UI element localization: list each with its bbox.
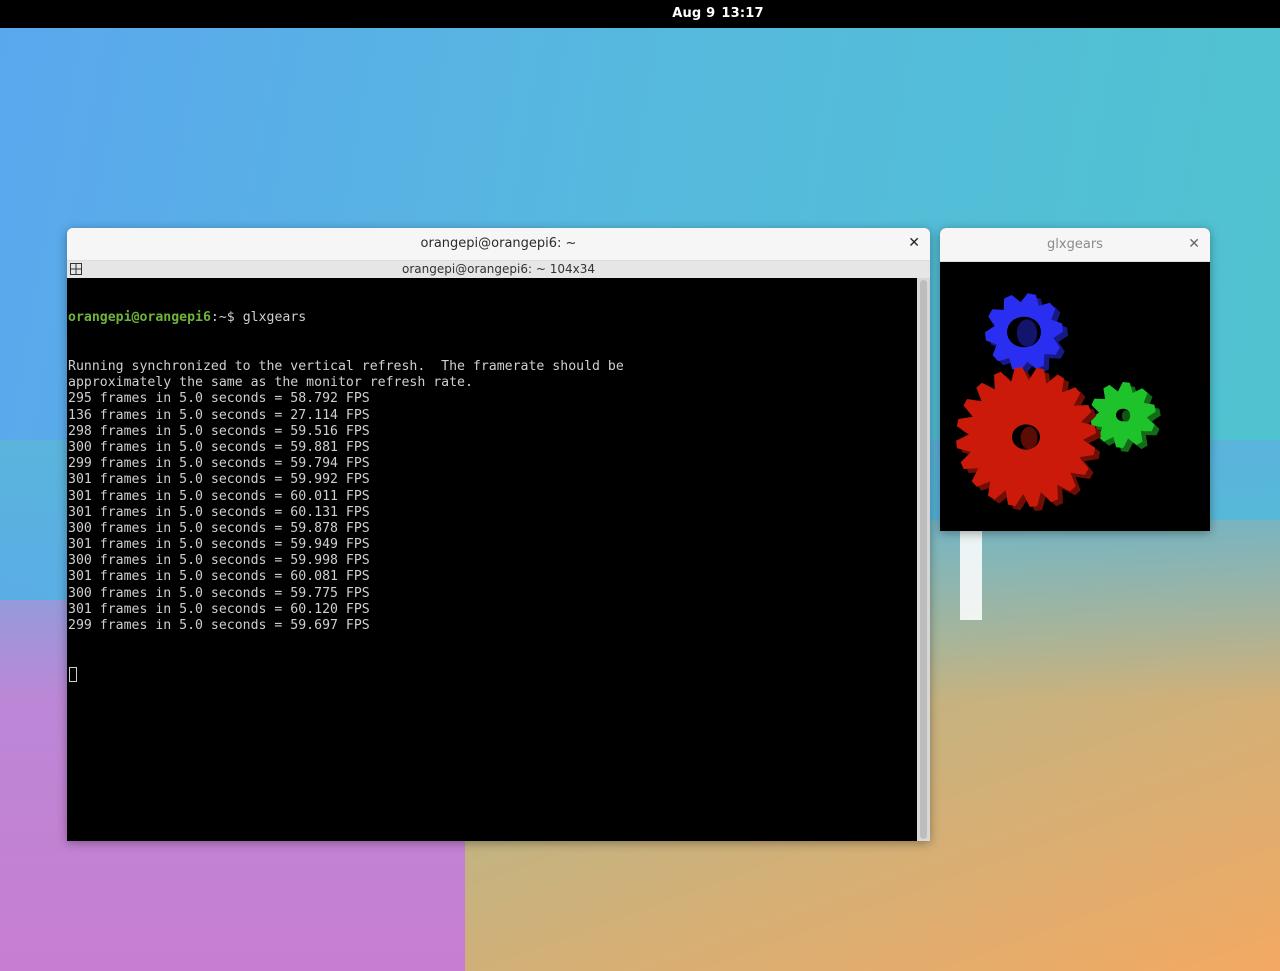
terminal-output-line: 295 frames in 5.0 seconds = 58.792 FPS — [68, 391, 370, 407]
clock[interactable]: Aug 9 13:17 — [0, 6, 1280, 21]
terminal-window[interactable]: orangepi@orangepi6: ~ ✕ orangepi@orangep… — [67, 228, 930, 841]
terminal-scrollbar[interactable] — [917, 278, 930, 841]
terminal-output-line: 136 frames in 5.0 seconds = 27.114 FPS — [68, 407, 370, 423]
terminal-output-line: 301 frames in 5.0 seconds = 60.120 FPS — [68, 601, 370, 617]
terminal-output-lines: Running synchronized to the vertical ref… — [67, 359, 917, 634]
prompt-user: orangepi@orangepi6 — [68, 310, 211, 326]
terminal-output-line: approximately the same as the monitor re… — [68, 375, 473, 391]
terminal-output-line: Running synchronized to the vertical ref… — [68, 359, 624, 374]
terminal-output-line: 300 frames in 5.0 seconds = 59.998 FPS — [68, 553, 370, 569]
terminal-cursor — [69, 666, 77, 682]
glxgears-window[interactable]: glxgears ✕ — [940, 228, 1210, 531]
terminal-output-line: 300 frames in 5.0 seconds = 59.775 FPS — [68, 585, 370, 601]
terminal-tab-title[interactable]: orangepi@orangepi6: ~ 104x34 — [67, 262, 930, 276]
top-bar: Aug 9 13:17 — [0, 0, 1280, 28]
terminal-output-line: 301 frames in 5.0 seconds = 59.992 FPS — [68, 472, 370, 488]
terminal-output-line: 301 frames in 5.0 seconds = 59.949 FPS — [68, 537, 370, 553]
terminal-prompt-line: orangepi@orangepi6:~$ glxgears — [67, 310, 917, 326]
terminal-output-line: 300 frames in 5.0 seconds = 59.878 FPS — [68, 520, 370, 536]
blue-gear — [985, 293, 1068, 375]
clock-date: Aug 9 — [672, 6, 716, 21]
wallpaper-logo — [960, 520, 982, 620]
glxgears-titlebar[interactable]: glxgears ✕ — [940, 228, 1210, 262]
terminal-tab-bar: orangepi@orangepi6: ~ 104x34 — [67, 261, 930, 278]
terminal-output-line: 301 frames in 5.0 seconds = 60.131 FPS — [68, 504, 370, 520]
terminal-output-line: 301 frames in 5.0 seconds = 60.081 FPS — [68, 569, 370, 585]
prompt-suffix: :~$ — [210, 310, 243, 326]
gear-red-hole-shade — [1020, 426, 1038, 450]
gear-green-hole-shade — [1121, 410, 1131, 422]
terminal-output-line: 298 frames in 5.0 seconds = 59.516 FPS — [68, 423, 370, 439]
terminal-output-line: 299 frames in 5.0 seconds = 59.697 FPS — [68, 618, 370, 633]
terminal-titlebar[interactable]: orangepi@orangepi6: ~ ✕ — [67, 228, 930, 261]
terminal-close-icon[interactable]: ✕ — [908, 235, 920, 251]
green-gear — [1090, 382, 1161, 452]
terminal-output-line: 300 frames in 5.0 seconds = 59.881 FPS — [68, 439, 370, 455]
terminal-output[interactable]: orangepi@orangepi6:~$ glxgears Running s… — [67, 278, 917, 841]
terminal-window-title: orangepi@orangepi6: ~ — [420, 236, 577, 251]
terminal-output-line: 301 frames in 5.0 seconds = 60.011 FPS — [68, 488, 370, 504]
gear-blue-hole-shade — [1016, 319, 1038, 347]
glxgears-close-icon[interactable]: ✕ — [1188, 236, 1200, 252]
clock-time: 13:17 — [721, 6, 764, 21]
prompt-command: glxgears — [242, 310, 307, 326]
terminal-cursor-line — [67, 666, 917, 683]
terminal-scrollbar-thumb[interactable] — [920, 280, 927, 839]
terminal-output-line: 299 frames in 5.0 seconds = 59.794 FPS — [68, 456, 370, 472]
red-gear — [956, 367, 1101, 511]
glxgears-canvas — [956, 293, 1161, 511]
glxgears-window-title: glxgears — [1047, 237, 1103, 252]
